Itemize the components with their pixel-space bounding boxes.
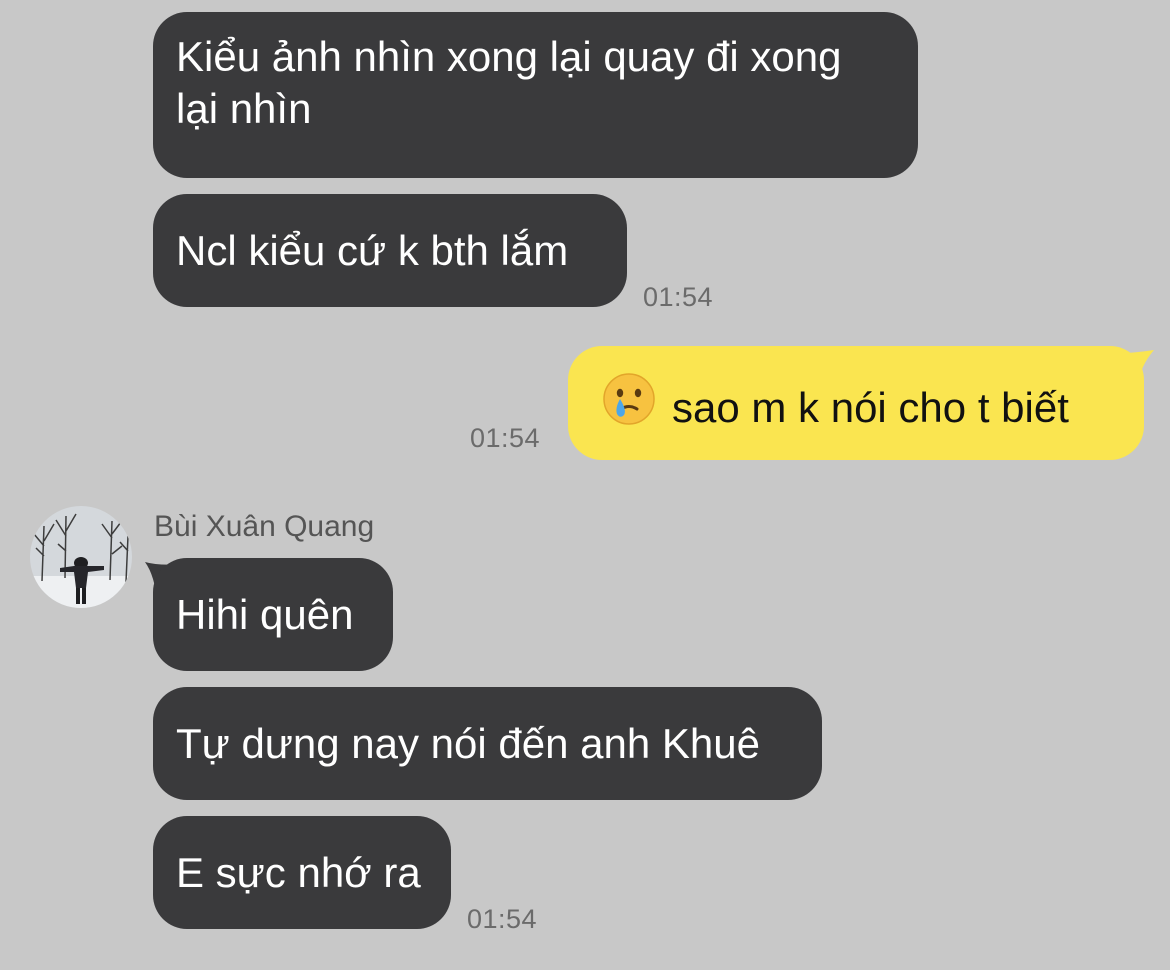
incoming-message-bubble[interactable]: Tự dưng nay nói đến anh Khuê (153, 687, 822, 800)
message-timestamp: 01:54 (643, 282, 714, 312)
message-text: sao m k nói cho t biết (672, 384, 1069, 431)
message-timestamp: 01:54 (470, 423, 541, 453)
message-text: Hihi quên (176, 591, 354, 638)
message-text: Ncl kiểu cứ k bth lắm (176, 227, 569, 274)
message-text: Kiểu ảnh nhìn xong lại quay đi xong lại … (176, 33, 842, 132)
outgoing-message-bubble[interactable]: sao m k nói cho t biết (568, 346, 1144, 460)
sender-name: Bùi Xuân Quang (154, 510, 375, 543)
sender-avatar[interactable] (30, 506, 132, 608)
message-text: E sực nhớ ra (176, 849, 421, 896)
message-timestamp: 01:54 (467, 904, 538, 934)
incoming-message-bubble[interactable]: Hihi quên (153, 558, 393, 671)
crying-face-emoji-icon (602, 372, 656, 438)
incoming-message-bubble[interactable]: E sực nhớ ra (153, 816, 451, 929)
incoming-message-bubble[interactable]: Kiểu ảnh nhìn xong lại quay đi xong lại … (153, 12, 918, 178)
message-text: Tự dưng nay nói đến anh Khuê (176, 720, 760, 767)
incoming-message-bubble[interactable]: Ncl kiểu cứ k bth lắm (153, 194, 627, 307)
